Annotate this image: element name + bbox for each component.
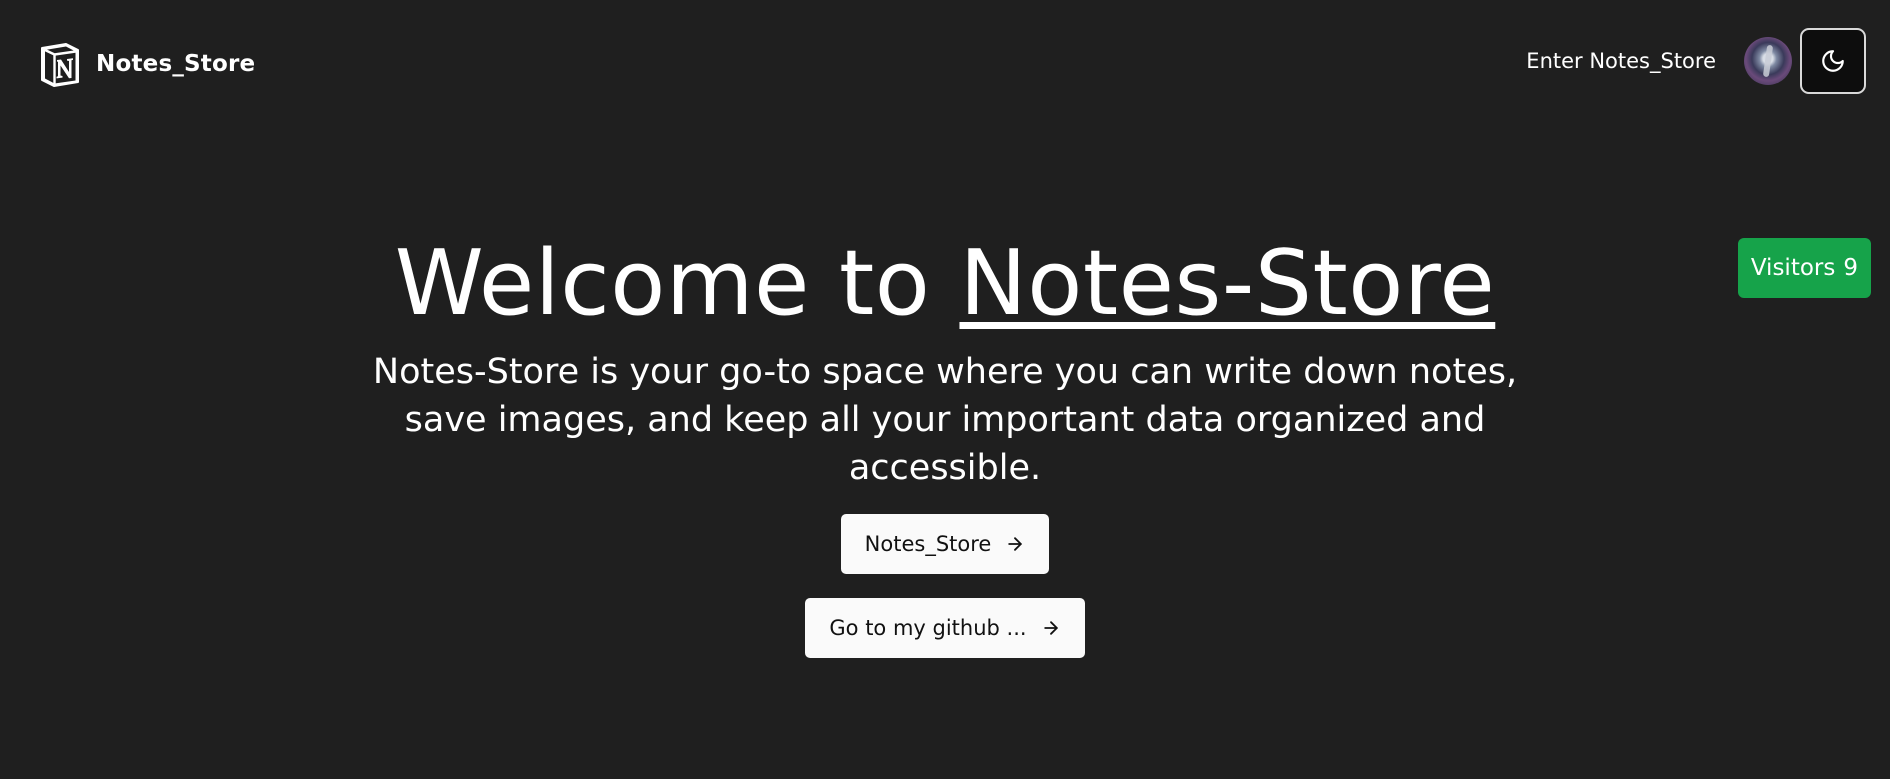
user-avatar[interactable] (1744, 37, 1792, 85)
github-button[interactable]: Go to my github ... (805, 598, 1085, 658)
arrow-right-icon (1043, 621, 1058, 635)
enter-notes-store-link[interactable]: Enter Notes_Store (1526, 49, 1716, 73)
moon-icon (1822, 50, 1844, 72)
theme-toggle-button[interactable] (1800, 28, 1866, 94)
hero-title-brand: Notes-Store (959, 231, 1496, 336)
notion-logo-icon (41, 43, 79, 87)
landing-page: Notes_Store Enter Notes_Store Visitors 9… (0, 0, 1890, 779)
github-button-label: Go to my github ... (829, 616, 1027, 640)
header-actions: Enter Notes_Store (1526, 28, 1866, 94)
arrow-right-icon (1008, 537, 1023, 551)
primary-button-row: Notes_Store (0, 514, 1890, 574)
notes-store-button-label: Notes_Store (864, 532, 992, 556)
secondary-button-row: Go to my github ... (0, 598, 1890, 658)
hero-title-prefix: Welcome to (394, 231, 960, 336)
hero-subtitle: Notes-Store is your go-to space where yo… (372, 352, 1518, 488)
hero-title: Welcome to Notes-Store (0, 228, 1890, 340)
notes-store-button[interactable]: Notes_Store (840, 514, 1050, 574)
brand[interactable]: Notes_Store (36, 40, 255, 88)
brand-name: Notes_Store (96, 51, 256, 77)
hero-section: Welcome to Notes-Store Notes-Store is yo… (0, 228, 1890, 658)
